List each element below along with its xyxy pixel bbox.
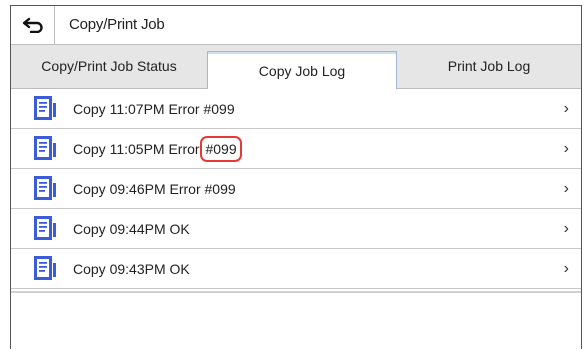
job-log-label: Copy 09:44PM OK	[73, 221, 190, 237]
copy-document-icon	[34, 176, 56, 200]
chevron-right-icon: ›	[563, 220, 569, 237]
job-log-row[interactable]: Copy 11:05PM Error #099 ›	[11, 129, 581, 169]
job-log-label: Copy 09:46PM Error #099	[73, 181, 236, 197]
job-log-row[interactable]: Copy 09:46PM Error #099 ›	[11, 169, 581, 209]
chevron-right-icon: ›	[563, 140, 569, 157]
job-log-label: Copy 11:07PM Error #099	[73, 101, 235, 117]
job-log-list: Copy 11:07PM Error #099 › Copy 11:05PM E…	[11, 89, 581, 289]
tab-copy-print-job-status[interactable]: Copy/Print Job Status	[11, 45, 207, 88]
job-log-label: Copy 09:43PM OK	[73, 261, 190, 277]
copy-document-icon	[34, 256, 56, 280]
tab-bar: Copy/Print Job Status Copy Job Log Print…	[11, 45, 581, 89]
job-log-row[interactable]: Copy 09:44PM OK ›	[11, 209, 581, 249]
empty-footer-area	[11, 291, 581, 357]
copy-document-icon	[34, 96, 56, 120]
page-title: Copy/Print Job	[69, 16, 165, 33]
copy-document-icon	[34, 136, 56, 160]
back-button[interactable]	[11, 6, 55, 44]
copy-print-job-screen: Copy/Print Job Copy/Print Job Status Cop…	[10, 5, 582, 357]
tab-print-job-log[interactable]: Print Job Log	[397, 45, 581, 88]
back-arrow-icon	[22, 17, 43, 33]
chevron-right-icon: ›	[563, 100, 569, 117]
job-log-row[interactable]: Copy 11:07PM Error #099 ›	[11, 89, 581, 129]
job-log-row[interactable]: Copy 09:43PM OK ›	[11, 249, 581, 289]
job-log-label: Copy 11:05PM Error #099	[73, 129, 242, 169]
highlighted-error-code: #099	[200, 136, 242, 162]
chevron-right-icon: ›	[563, 260, 569, 277]
header-bar: Copy/Print Job	[11, 6, 581, 45]
copy-document-icon	[34, 216, 56, 240]
tab-copy-job-log[interactable]: Copy Job Log	[207, 51, 397, 89]
chevron-right-icon: ›	[563, 180, 569, 197]
